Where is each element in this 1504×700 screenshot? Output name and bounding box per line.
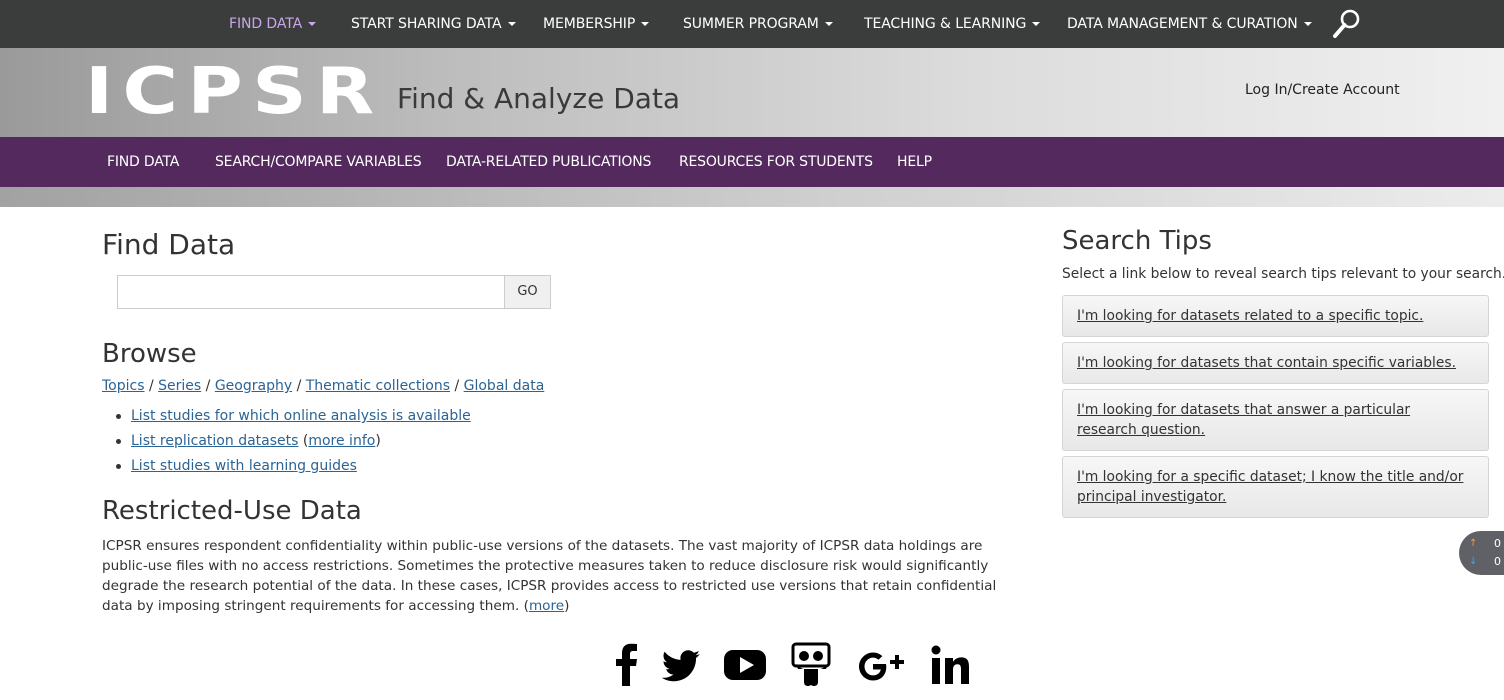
- top-nav: FIND DATA START SHARING DATA MEMBERSHIP …: [0, 0, 1504, 48]
- top-nav-label: TEACHING & LEARNING: [864, 16, 1027, 32]
- more-info-link[interactable]: more info: [308, 433, 375, 449]
- list-item: List studies with learning guides: [116, 458, 471, 483]
- learning-guides-link[interactable]: List studies with learning guides: [131, 458, 357, 474]
- browse-list: List studies for which online analysis i…: [116, 408, 471, 483]
- youtube-icon[interactable]: [723, 642, 767, 688]
- browse-heading: Browse: [102, 339, 197, 369]
- paren: ): [564, 598, 570, 614]
- paren: ): [375, 433, 381, 449]
- caret-down-icon: [1303, 22, 1312, 26]
- sub-nav-resources-for-students[interactable]: RESOURCES FOR STUDENTS: [679, 154, 873, 170]
- top-nav-label: DATA MANAGEMENT & CURATION: [1067, 16, 1298, 32]
- tip-label: I'm looking for datasets that contain sp…: [1077, 355, 1456, 371]
- linkedin-icon[interactable]: [930, 642, 970, 688]
- tip-label: I'm looking for a specific dataset; I kn…: [1077, 469, 1464, 505]
- find-data-search-input[interactable]: [117, 275, 505, 309]
- list-item: List studies for which online analysis i…: [116, 408, 471, 433]
- search-tip-research-question[interactable]: I'm looking for datasets that answer a p…: [1062, 389, 1489, 451]
- caret-down-icon: [641, 22, 650, 26]
- top-nav-label: FIND DATA: [229, 16, 303, 32]
- twitter-icon[interactable]: [661, 642, 701, 688]
- sub-nav-data-related-publications[interactable]: DATA-RELATED PUBLICATIONS: [446, 154, 651, 170]
- gradient-divider: [0, 187, 1504, 207]
- list-item: List replication datasets (more info): [116, 433, 471, 458]
- sub-nav-search-compare-variables[interactable]: SEARCH/COMPARE VARIABLES: [215, 154, 422, 170]
- browse-link-global-data[interactable]: Global data: [464, 378, 545, 394]
- caret-down-icon: [824, 22, 833, 26]
- tip-label: I'm looking for datasets that answer a p…: [1077, 402, 1411, 438]
- top-nav-start-sharing-data[interactable]: START SHARING DATA: [351, 16, 516, 32]
- search-tips-heading: Search Tips: [1062, 226, 1212, 256]
- floating-counter-widget[interactable]: ↑ 0 ↓ 0: [1459, 531, 1504, 575]
- top-nav-label: MEMBERSHIP: [543, 16, 636, 32]
- site-title: Find & Analyze Data: [397, 82, 681, 115]
- sub-nav-find-data[interactable]: FIND DATA: [107, 154, 179, 170]
- top-nav-summer-program[interactable]: SUMMER PROGRAM: [683, 16, 833, 32]
- go-button[interactable]: GO: [504, 275, 551, 309]
- search-tips-intro: Select a link below to reveal search tip…: [1062, 266, 1504, 282]
- online-analysis-studies-link[interactable]: List studies for which online analysis i…: [131, 408, 471, 424]
- google-plus-icon[interactable]: [855, 642, 911, 688]
- top-nav-find-data[interactable]: FIND DATA: [229, 16, 317, 32]
- search-tip-variables[interactable]: I'm looking for datasets that contain sp…: [1062, 342, 1489, 384]
- restricted-use-description: ICPSR ensures respondent confidentiality…: [102, 536, 1027, 616]
- top-nav-label: START SHARING DATA: [351, 16, 502, 32]
- browse-link-topics[interactable]: Topics: [102, 378, 145, 394]
- arrow-down-icon: ↓: [1469, 556, 1478, 567]
- top-nav-label: SUMMER PROGRAM: [683, 16, 819, 32]
- caret-down-icon: [507, 22, 516, 26]
- caret-down-icon: [308, 22, 317, 26]
- browse-links: Topics / Series / Geography / Thematic c…: [102, 378, 544, 394]
- caret-down-icon: [1032, 22, 1041, 26]
- icpsr-logo[interactable]: ICPSR: [85, 60, 384, 124]
- facebook-icon[interactable]: [613, 642, 639, 688]
- browse-link-geography[interactable]: Geography: [215, 378, 292, 394]
- search-icon[interactable]: [1332, 8, 1362, 40]
- replication-datasets-link[interactable]: List replication datasets: [131, 433, 298, 449]
- arrow-up-icon: ↑: [1469, 538, 1478, 549]
- separator: /: [148, 378, 154, 394]
- top-nav-membership[interactable]: MEMBERSHIP: [543, 16, 650, 32]
- restricted-use-heading: Restricted-Use Data: [102, 496, 362, 526]
- browse-link-thematic-collections[interactable]: Thematic collections: [306, 378, 450, 394]
- browse-link-series[interactable]: Series: [158, 378, 201, 394]
- page-title: Find Data: [102, 228, 236, 261]
- slideshare-icon[interactable]: [790, 642, 832, 688]
- sub-nav-help[interactable]: HELP: [897, 154, 932, 170]
- tip-label: I'm looking for datasets related to a sp…: [1077, 308, 1424, 324]
- separator: /: [454, 378, 460, 394]
- top-nav-teaching-learning[interactable]: TEACHING & LEARNING: [864, 16, 1041, 32]
- top-nav-data-management-curation[interactable]: DATA MANAGEMENT & CURATION: [1067, 16, 1312, 32]
- search-tip-topic[interactable]: I'm looking for datasets related to a sp…: [1062, 295, 1489, 337]
- up-count: 0: [1494, 537, 1501, 550]
- login-create-account-link[interactable]: Log In/Create Account: [1245, 82, 1400, 98]
- restricted-more-link[interactable]: more: [529, 598, 564, 614]
- site-banner: ICPSR Find & Analyze Data Log In/Create …: [0, 48, 1504, 137]
- search-tip-specific-dataset[interactable]: I'm looking for a specific dataset; I kn…: [1062, 456, 1489, 518]
- separator: /: [296, 378, 302, 394]
- separator: /: [205, 378, 211, 394]
- down-count: 0: [1494, 555, 1501, 568]
- sub-nav: FIND DATA SEARCH/COMPARE VARIABLES DATA-…: [0, 137, 1504, 187]
